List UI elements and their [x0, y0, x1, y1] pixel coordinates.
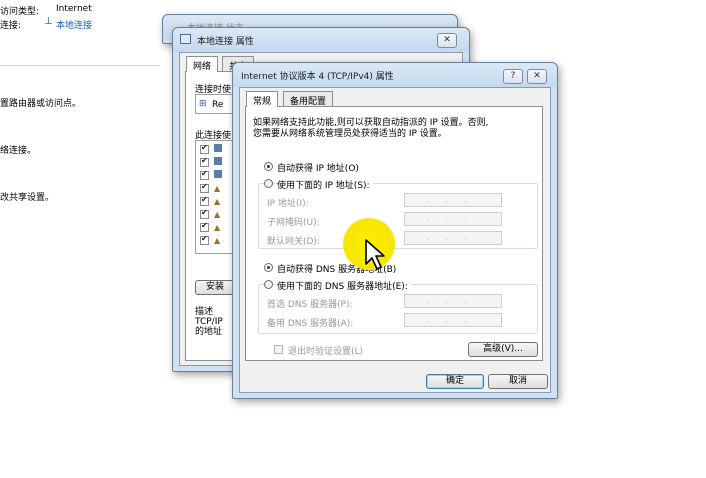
item-checkbox[interactable]: [200, 208, 209, 219]
subnet-mask-field[interactable]: ...: [404, 212, 502, 226]
cancel-button[interactable]: 取消: [488, 374, 548, 389]
tab-general[interactable]: 常规: [246, 91, 279, 107]
validate-on-exit-label: 退出时验证设置(L): [288, 347, 364, 357]
default-gateway-field[interactable]: ...: [404, 231, 502, 245]
item-checkbox[interactable]: [200, 169, 209, 180]
preferred-dns-field[interactable]: ...: [404, 294, 502, 308]
ipv4-properties-window[interactable]: Internet 协议版本 4 (TCP/IPv4) 属性 ? ✕ 常规 备用配…: [232, 62, 558, 399]
protocol-icon: ▲: [214, 197, 221, 206]
alternate-dns-field[interactable]: ...: [404, 313, 502, 327]
ipv4-window-title: Internet 协议版本 4 (TCP/IPv4) 属性: [241, 72, 394, 82]
ip-address-field[interactable]: ...: [404, 193, 502, 207]
subnet-mask-label: 子网掩码(U):: [267, 218, 320, 228]
auto-ip-radio[interactable]: [264, 162, 273, 171]
help-icon[interactable]: ?: [503, 69, 523, 84]
client-icon: [214, 144, 222, 152]
alternate-dns-label: 备用 DNS 服务器(A):: [267, 319, 354, 329]
network-icon: [180, 34, 191, 44]
description-text: TCP/IP 的地址: [195, 317, 223, 337]
item-checkbox[interactable]: [200, 182, 209, 193]
general-tab-panel: 如果网络支持此功能,则可以获取自动指派的 IP 设置。否则, 您需要从网络系统管…: [245, 106, 543, 361]
local-connection-link[interactable]: 本地连接: [56, 18, 92, 31]
install-button[interactable]: 安装: [195, 280, 235, 295]
item-checkbox[interactable]: [200, 221, 209, 232]
advanced-button[interactable]: 高级(V)...: [468, 342, 538, 357]
adapter-icon: ⊞: [199, 99, 207, 109]
item-checkbox[interactable]: [200, 143, 209, 154]
protocol-icon: ▲: [214, 223, 221, 232]
tab-network[interactable]: 网络: [186, 56, 219, 72]
sharing-settings-text[interactable]: 改共享设置。: [0, 190, 54, 203]
manual-dns-label[interactable]: 使用下面的 DNS 服务器地址(E):: [277, 279, 411, 292]
item-checkbox[interactable]: [200, 195, 209, 206]
properties-title-bar[interactable]: 本地连接 属性 ✕: [173, 28, 469, 52]
default-gateway-label: 默认网关(D):: [267, 237, 320, 247]
adapter-name: Re: [212, 100, 224, 110]
auto-dns-radio[interactable]: [264, 263, 273, 272]
qos-icon: [214, 157, 222, 165]
close-icon[interactable]: ✕: [437, 33, 457, 48]
items-list[interactable]: ▲ ▲ ▲ ▲ ▲: [195, 140, 235, 254]
protocol-icon: ▲: [214, 236, 221, 245]
divider: [0, 65, 160, 66]
intro-line-2: 您需要从网络系统管理员处获得适当的 IP 设置。: [253, 129, 447, 139]
connection-label: 连接:: [0, 21, 22, 31]
manual-dns-radio[interactable]: [264, 280, 273, 289]
validate-on-exit-checkbox[interactable]: [274, 345, 283, 354]
description-label: 描述: [195, 307, 214, 317]
mouse-pointer-icon: [365, 239, 385, 270]
ok-button[interactable]: 确定: [426, 374, 484, 389]
adapter-box: ⊞ Re: [195, 94, 235, 114]
ipv4-body: 常规 备用配置 如果网络支持此功能,则可以获取自动指派的 IP 设置。否则, 您…: [239, 87, 551, 393]
ip-address-label: IP 地址(I):: [267, 199, 309, 209]
router-setup-text[interactable]: 置路由器或访问点。: [0, 96, 81, 109]
close-icon[interactable]: ✕: [527, 69, 547, 84]
protocol-icon: ▲: [214, 184, 221, 193]
properties-window-title: 本地连接 属性: [197, 37, 254, 47]
manual-ip-radio[interactable]: [264, 179, 273, 188]
sharing-icon: [214, 170, 222, 178]
network-plug-icon: ⊥: [44, 16, 53, 27]
access-type-value: Internet: [56, 4, 92, 14]
item-checkbox[interactable]: [200, 234, 209, 245]
tab-alternate-config[interactable]: 备用配置: [283, 91, 334, 107]
item-checkbox[interactable]: [200, 156, 209, 167]
manual-ip-label[interactable]: 使用下面的 IP 地址(S):: [277, 178, 373, 191]
protocol-icon: ▲: [214, 210, 221, 219]
ipv4-title-bar[interactable]: Internet 协议版本 4 (TCP/IPv4) 属性 ? ✕: [233, 63, 557, 87]
connect-network-text[interactable]: 络连接。: [0, 143, 36, 156]
auto-ip-label[interactable]: 自动获得 IP 地址(O): [277, 161, 359, 174]
preferred-dns-label: 首选 DNS 服务器(P):: [267, 300, 353, 310]
access-type-label: 访问类型:: [0, 7, 40, 17]
